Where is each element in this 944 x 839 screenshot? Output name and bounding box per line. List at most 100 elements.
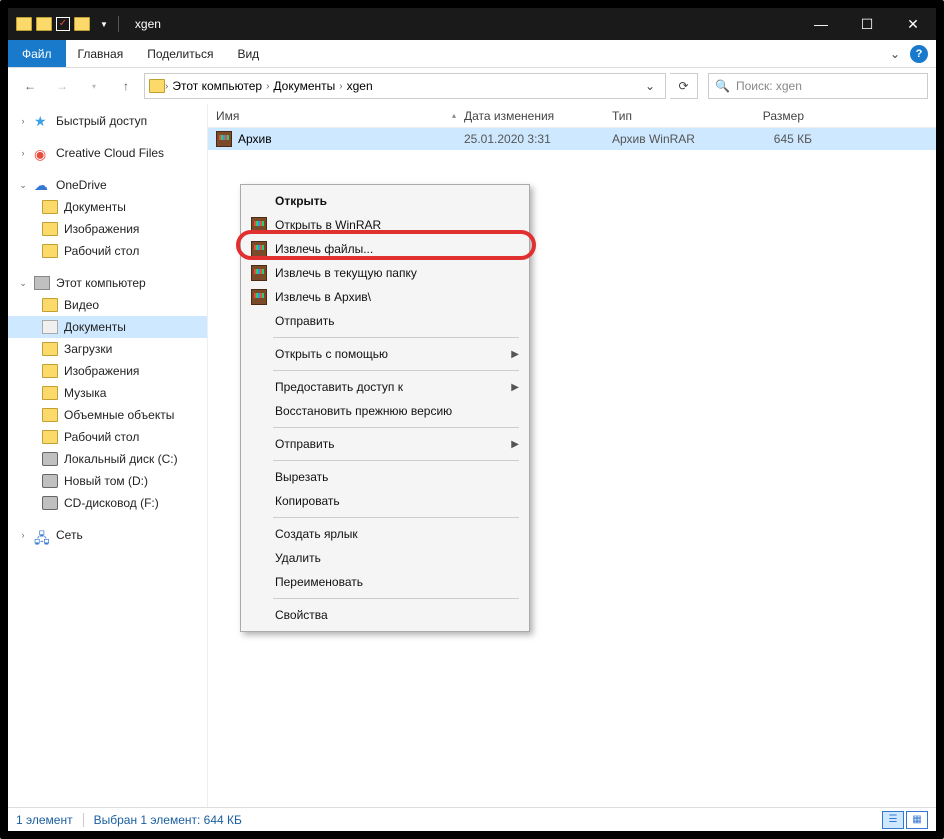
menu-item-open[interactable]: Открыть bbox=[243, 189, 527, 213]
sidebar-item-pictures[interactable]: Изображения bbox=[8, 360, 207, 382]
quick-access-toolbar: ▼ bbox=[16, 16, 125, 32]
breadcrumb[interactable]: xgen bbox=[343, 79, 377, 93]
status-count: 1 элемент bbox=[16, 813, 73, 827]
menu-item-rename[interactable]: Переименовать bbox=[243, 570, 527, 594]
breadcrumb[interactable]: Документы bbox=[269, 79, 339, 93]
sidebar-item-3dobjects[interactable]: Объемные объекты bbox=[8, 404, 207, 426]
column-size[interactable]: Размер bbox=[732, 109, 812, 123]
large-icons-view-button[interactable]: ▦ bbox=[906, 811, 928, 829]
folder-icon bbox=[42, 386, 58, 400]
file-name: Архив bbox=[238, 132, 464, 146]
sidebar-item-desktop[interactable]: Рабочий стол bbox=[8, 240, 207, 262]
column-name[interactable]: Имя▴ bbox=[216, 109, 464, 123]
breadcrumb[interactable]: Этот компьютер bbox=[168, 79, 266, 93]
winrar-icon bbox=[251, 265, 267, 281]
menu-item-create-shortcut[interactable]: Создать ярлык bbox=[243, 522, 527, 546]
chevron-right-icon[interactable]: › bbox=[18, 530, 28, 540]
minimize-button[interactable]: — bbox=[798, 8, 844, 40]
address-bar[interactable]: › Этот компьютер › Документы › xgen ⌄ bbox=[144, 73, 666, 99]
menu-item-send[interactable]: Отправить bbox=[243, 309, 527, 333]
chevron-right-icon[interactable]: › bbox=[18, 148, 28, 158]
chevron-down-icon[interactable]: ⌄ bbox=[18, 180, 28, 191]
sort-asc-icon: ▴ bbox=[452, 111, 456, 120]
winrar-icon bbox=[251, 217, 267, 233]
sidebar-item-creative-cloud[interactable]: › ◉ Creative Cloud Files bbox=[8, 142, 207, 164]
tab-home[interactable]: Главная bbox=[66, 41, 136, 67]
file-size: 645 КБ bbox=[732, 132, 812, 146]
separator bbox=[273, 370, 519, 371]
column-type[interactable]: Тип bbox=[612, 109, 732, 123]
menu-item-send-to[interactable]: Отправить▶ bbox=[243, 432, 527, 456]
star-icon: ★ bbox=[34, 114, 50, 128]
tab-share[interactable]: Поделиться bbox=[135, 41, 225, 67]
search-icon: 🔍 bbox=[715, 79, 730, 93]
ribbon: Файл Главная Поделиться Вид ⌄ ? bbox=[8, 40, 936, 68]
help-icon[interactable]: ? bbox=[910, 45, 928, 63]
menu-item-cut[interactable]: Вырезать bbox=[243, 465, 527, 489]
sidebar-item-desktop[interactable]: Рабочий стол bbox=[8, 426, 207, 448]
rar-archive-icon bbox=[216, 131, 232, 147]
sidebar-item-documents[interactable]: Документы bbox=[8, 316, 207, 338]
sidebar-item-new-volume-d[interactable]: Новый том (D:) bbox=[8, 470, 207, 492]
document-icon bbox=[42, 320, 58, 334]
chevron-right-icon[interactable]: › bbox=[18, 116, 28, 126]
back-button[interactable]: ← bbox=[16, 72, 44, 100]
search-input[interactable]: 🔍 Поиск: xgen bbox=[708, 73, 928, 99]
folder-icon bbox=[149, 79, 165, 93]
cloud-icon: ☁ bbox=[34, 178, 50, 192]
sidebar-item-local-disk-c[interactable]: Локальный диск (C:) bbox=[8, 448, 207, 470]
properties-icon[interactable] bbox=[56, 17, 70, 31]
sidebar-item-downloads[interactable]: Загрузки bbox=[8, 338, 207, 360]
folder-icon bbox=[42, 408, 58, 422]
status-selection: Выбран 1 элемент: 644 КБ bbox=[94, 813, 242, 827]
qat-dropdown-icon[interactable]: ▼ bbox=[100, 20, 108, 29]
sidebar-item-documents[interactable]: Документы bbox=[8, 196, 207, 218]
submenu-arrow-icon: ▶ bbox=[511, 349, 519, 360]
recent-dropdown-icon[interactable]: ▾ bbox=[80, 72, 108, 100]
details-view-button[interactable]: ☰ bbox=[882, 811, 904, 829]
menu-item-extract-files[interactable]: Извлечь файлы... bbox=[243, 237, 527, 261]
sidebar-item-images[interactable]: Изображения bbox=[8, 218, 207, 240]
file-date: 25.01.2020 3:31 bbox=[464, 132, 612, 146]
expand-ribbon-icon[interactable]: ⌄ bbox=[890, 47, 900, 61]
address-dropdown-icon[interactable]: ⌄ bbox=[639, 79, 661, 93]
sidebar-item-quick-access[interactable]: › ★ Быстрый доступ bbox=[8, 110, 207, 132]
menu-item-grant-access[interactable]: Предоставить доступ к▶ bbox=[243, 375, 527, 399]
menu-item-restore-version[interactable]: Восстановить прежнюю версию bbox=[243, 399, 527, 423]
sidebar-item-cd-drive-f[interactable]: CD-дисковод (F:) bbox=[8, 492, 207, 514]
window-title: xgen bbox=[135, 17, 161, 31]
menu-item-properties[interactable]: Свойства bbox=[243, 603, 527, 627]
folder-icon bbox=[42, 430, 58, 444]
folder-icon bbox=[16, 17, 32, 31]
refresh-button[interactable]: ⟳ bbox=[670, 73, 698, 99]
menu-item-open-winrar[interactable]: Открыть в WinRAR bbox=[243, 213, 527, 237]
up-button[interactable]: ↑ bbox=[112, 72, 140, 100]
sidebar-item-videos[interactable]: Видео bbox=[8, 294, 207, 316]
forward-button[interactable]: → bbox=[48, 72, 76, 100]
sidebar-item-network[interactable]: › 🖧 Сеть bbox=[8, 524, 207, 546]
menu-item-copy[interactable]: Копировать bbox=[243, 489, 527, 513]
sidebar-item-this-pc[interactable]: ⌄ Этот компьютер bbox=[8, 272, 207, 294]
folder-icon bbox=[42, 342, 58, 356]
menu-item-open-with[interactable]: Открыть с помощью▶ bbox=[243, 342, 527, 366]
file-row[interactable]: Архив 25.01.2020 3:31 Архив WinRAR 645 К… bbox=[208, 128, 936, 150]
menu-item-extract-here[interactable]: Извлечь в текущую папку bbox=[243, 261, 527, 285]
close-button[interactable]: ✕ bbox=[890, 8, 936, 40]
window-controls: — ☐ ✕ bbox=[798, 8, 936, 40]
separator bbox=[273, 337, 519, 338]
cd-icon bbox=[42, 496, 58, 510]
tab-view[interactable]: Вид bbox=[225, 41, 271, 67]
address-bar-row: ← → ▾ ↑ › Этот компьютер › Документы › x… bbox=[8, 68, 936, 104]
new-folder-icon[interactable] bbox=[74, 17, 90, 31]
menu-item-extract-to[interactable]: Извлечь в Архив\ bbox=[243, 285, 527, 309]
creative-cloud-icon: ◉ bbox=[34, 146, 50, 160]
sidebar-item-onedrive[interactable]: ⌄ ☁ OneDrive bbox=[8, 174, 207, 196]
pc-icon bbox=[34, 276, 50, 290]
file-tab[interactable]: Файл bbox=[8, 40, 66, 67]
submenu-arrow-icon: ▶ bbox=[511, 382, 519, 393]
menu-item-delete[interactable]: Удалить bbox=[243, 546, 527, 570]
chevron-down-icon[interactable]: ⌄ bbox=[18, 278, 28, 289]
sidebar-item-music[interactable]: Музыка bbox=[8, 382, 207, 404]
column-date[interactable]: Дата изменения bbox=[464, 109, 612, 123]
maximize-button[interactable]: ☐ bbox=[844, 8, 890, 40]
